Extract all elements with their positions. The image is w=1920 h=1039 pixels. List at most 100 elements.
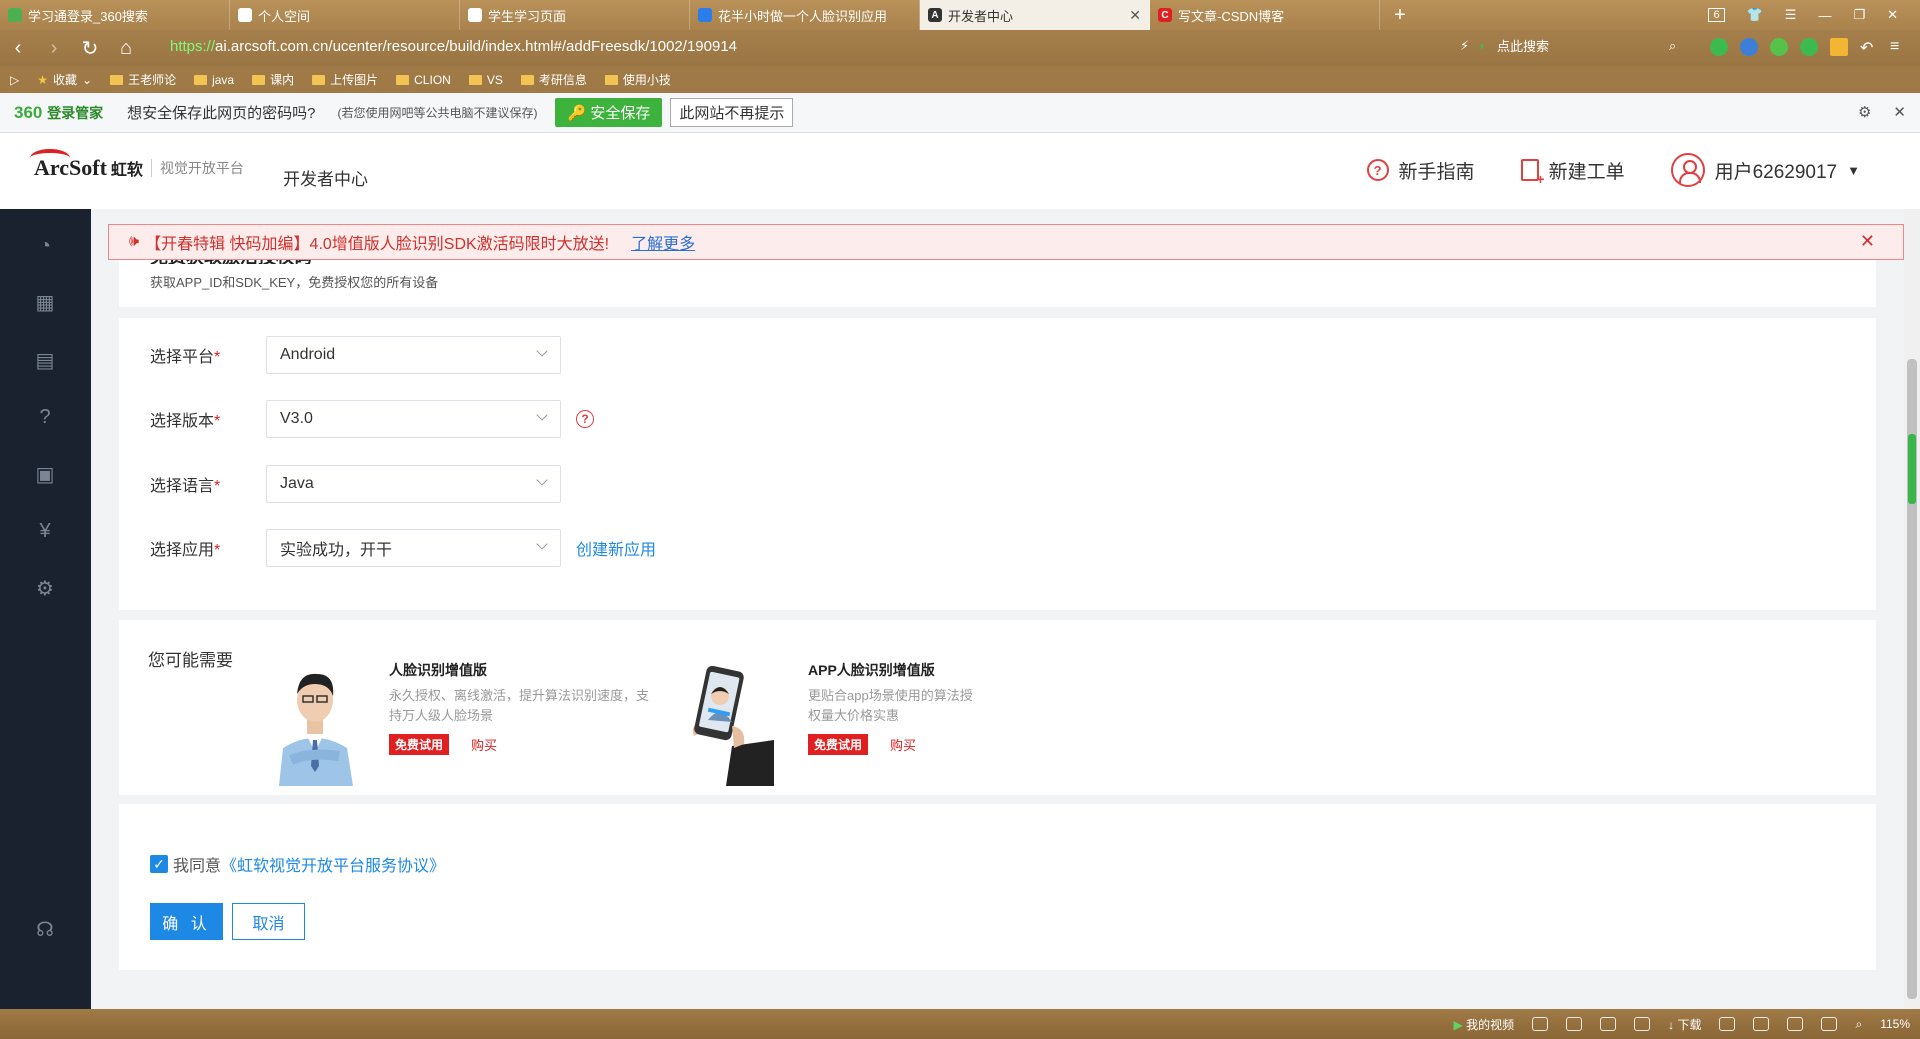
chat-extension-icon[interactable] [1710, 38, 1728, 56]
gear-icon[interactable]: ⚙ [1858, 103, 1871, 121]
scrollbar-grip[interactable] [1908, 434, 1916, 504]
yen-icon[interactable]: ¥ [33, 519, 57, 543]
speaker-icon: 🕪 [129, 233, 140, 250]
user-menu[interactable]: 用户62629017 ▼ [1670, 153, 1860, 187]
zoom-level[interactable]: 115% [1880, 1017, 1910, 1031]
select-value: 实验成功，开干 [280, 542, 393, 559]
agree-checkbox[interactable]: ✓ [150, 855, 168, 873]
dashboard-icon[interactable]: ◔ [33, 234, 57, 258]
required-mark: * [214, 542, 221, 559]
zoom-icon[interactable]: ⌕ [1855, 1017, 1862, 1032]
url-scheme: https:// [170, 38, 216, 55]
search-engine-icon[interactable]: ◐ [1479, 38, 1487, 53]
undo-icon[interactable]: ↶ [1860, 38, 1878, 57]
window-icon[interactable] [1787, 1017, 1804, 1031]
leaf-icon[interactable] [1753, 1017, 1770, 1031]
browser-tab[interactable]: 学习通登录_360搜索 [0, 0, 230, 30]
image-icon[interactable] [1566, 1017, 1583, 1031]
tab-count-badge[interactable]: 6 [1708, 8, 1725, 22]
version-help-icon[interactable]: ? [576, 410, 594, 428]
reload-icon[interactable]: ↻ [72, 36, 108, 61]
sidebar-toggle-icon[interactable]: ▷ [10, 73, 19, 87]
bookmark-folder[interactable]: 考研信息 [520, 71, 587, 88]
app-select[interactable]: 实验成功，开干 [266, 529, 561, 567]
settings-gear-icon[interactable]: ⚙ [33, 576, 57, 600]
search-icon[interactable]: ⌕ [1669, 38, 1676, 54]
menu-lines-icon[interactable]: ≡ [1890, 38, 1908, 56]
tab-close-icon[interactable]: ✕ [1129, 7, 1141, 24]
translate-extension-icon[interactable] [1800, 38, 1818, 56]
never-prompt-button[interactable]: 此网站不再提示 [670, 98, 794, 127]
pin-icon[interactable] [1634, 1017, 1651, 1031]
flag-icon[interactable] [1719, 1017, 1736, 1031]
learn-more-link[interactable]: 了解更多 [631, 230, 695, 254]
select-value: Android [280, 346, 336, 363]
headset-icon[interactable]: ☊ [33, 917, 57, 941]
product-name[interactable]: 人脸识别增值版 [389, 660, 659, 680]
page-scrollbar[interactable] [1904, 209, 1920, 1009]
browser-tab[interactable]: 花半小时做一个人脸识别应用 [690, 0, 920, 30]
buy-link[interactable]: 购买 [890, 735, 916, 754]
close-window-icon[interactable]: ✕ [1887, 7, 1898, 23]
help-circle-icon[interactable]: ? [33, 405, 57, 429]
document-icon[interactable]: ▤ [33, 348, 57, 372]
browser-tab[interactable]: C 写文章-CSDN博客 [1150, 0, 1380, 30]
free-trial-button[interactable]: 免费试用 [389, 734, 450, 755]
bookmark-label: VS [486, 72, 503, 87]
bookmark-folder[interactable]: 使用小技 [604, 71, 671, 88]
version-select[interactable]: V3.0 [266, 400, 561, 438]
bookmark-folder[interactable]: CLION [396, 73, 451, 87]
create-app-link[interactable]: 创建新应用 [576, 536, 656, 560]
bookmark-folder[interactable]: 上传图片 [312, 71, 378, 88]
forward-icon[interactable]: › [36, 37, 72, 60]
bookmark-folder[interactable]: 课内 [252, 71, 294, 88]
speed-icon[interactable] [1600, 1017, 1617, 1031]
save-password-button[interactable]: 🔑 安全保存 [555, 98, 663, 127]
apps-grid-icon[interactable]: ▦ [33, 290, 57, 314]
arcsoft-logo[interactable]: ArcSoft 虹软 视觉开放平台 [30, 149, 244, 181]
browser-tab-active[interactable]: A 开发者中心 ✕ [920, 0, 1150, 30]
tab-favicon-icon [8, 8, 22, 22]
browser-tab[interactable]: 个人空间 [230, 0, 460, 30]
home-icon[interactable]: ⌂ [108, 37, 144, 60]
confirm-button[interactable]: 确 认 [150, 903, 223, 940]
lightning-icon[interactable]: ⚡ [1460, 38, 1469, 54]
platform-select[interactable]: Android [266, 336, 561, 374]
shield-icon[interactable] [1532, 1017, 1549, 1031]
cancel-button[interactable]: 取消 [232, 903, 305, 940]
url-field[interactable]: https://ai.arcsoft.com.cn/ucenter/resour… [170, 38, 737, 55]
language-select[interactable]: Java [266, 465, 561, 503]
browser-tab[interactable]: 学生学习页面 [460, 0, 690, 30]
download-link[interactable]: ↓ 下载 [1668, 1016, 1701, 1033]
buy-link[interactable]: 购买 [471, 735, 497, 754]
new-ticket-link[interactable]: 新建工单 [1520, 157, 1625, 187]
minimize-icon[interactable]: — [1818, 8, 1831, 23]
globe-extension-icon[interactable] [1740, 38, 1758, 56]
menu-icon[interactable]: ☰ [1785, 7, 1797, 23]
back-icon[interactable]: ‹ [0, 37, 36, 60]
product-name[interactable]: APP人脸识别增值版 [808, 660, 980, 680]
dev-center-title[interactable]: 开发者中心 [283, 165, 368, 190]
tab-title: 花半小时做一个人脸识别应用 [718, 8, 888, 24]
star-icon: ★ [37, 72, 48, 87]
apps-extension-icon[interactable] [1830, 38, 1848, 56]
my-video-link[interactable]: ▶ 我的视频 [1454, 1016, 1515, 1033]
bookmark-folder[interactable]: java [194, 73, 234, 87]
close-icon[interactable]: ✕ [1893, 103, 1906, 121]
scissors-extension-icon[interactable] [1770, 38, 1788, 56]
volume-icon[interactable] [1821, 1017, 1838, 1031]
clipboard-icon[interactable]: ▣ [33, 462, 57, 486]
bookmark-favorites[interactable]: ★ 收藏 ⌄ [37, 71, 92, 88]
agreement-link[interactable]: 《虹软视觉开放平台服务协议》 [221, 852, 445, 876]
close-icon[interactable]: ✕ [1860, 231, 1875, 252]
new-document-icon [1520, 159, 1545, 187]
guide-link[interactable]: ? 新手指南 [1366, 157, 1475, 184]
shirt-icon[interactable]: 👕 [1747, 7, 1763, 23]
new-tab-button[interactable]: + [1380, 0, 1420, 30]
header-actions: ? 新手指南 新建工单 用户62629017 ▼ [1366, 153, 1860, 187]
bookmark-folder[interactable]: VS [468, 72, 503, 87]
bookmark-folder[interactable]: 王老师论 [110, 71, 176, 88]
search-box[interactable]: ⚡ ◐ 点此搜索 ⌕ [1460, 36, 1676, 55]
free-trial-button[interactable]: 免费试用 [808, 734, 869, 755]
restore-icon[interactable]: ❐ [1853, 7, 1865, 23]
